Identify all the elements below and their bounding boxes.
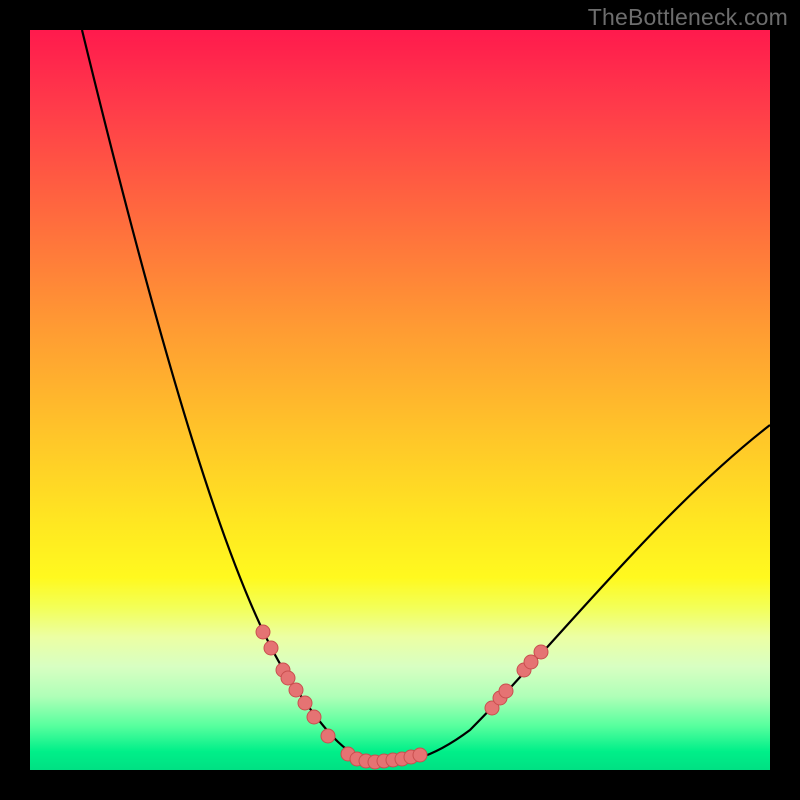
data-markers (256, 625, 548, 769)
chart-svg (30, 30, 770, 770)
data-point (413, 748, 427, 762)
data-point (289, 683, 303, 697)
curve-layer (82, 30, 770, 763)
watermark-text: TheBottleneck.com (588, 4, 788, 31)
bottleneck-curve (82, 30, 770, 763)
data-point (307, 710, 321, 724)
data-point (499, 684, 513, 698)
data-point (256, 625, 270, 639)
data-point (264, 641, 278, 655)
chart-plot-area (30, 30, 770, 770)
chart-frame: TheBottleneck.com (0, 0, 800, 800)
data-point (281, 671, 295, 685)
data-point (534, 645, 548, 659)
data-point (298, 696, 312, 710)
data-point (321, 729, 335, 743)
